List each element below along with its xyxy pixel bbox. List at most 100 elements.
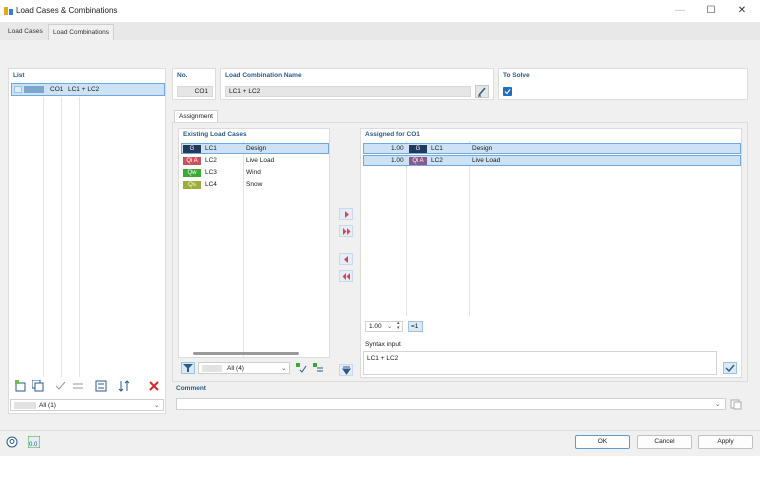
list-filter-select[interactable]: All (1) ⌄ bbox=[10, 399, 164, 411]
case-id: LC2 bbox=[205, 157, 217, 164]
case-id: LC2 bbox=[431, 157, 443, 164]
double-arrow-right-icon bbox=[342, 227, 350, 235]
factor-value: 1.00 bbox=[391, 145, 404, 152]
case-id: LC1 bbox=[205, 145, 217, 152]
arrow-right-icon bbox=[344, 210, 349, 218]
filter-swatch bbox=[202, 365, 222, 372]
comment-section: Comment ⌄ bbox=[172, 384, 748, 416]
syntax-input[interactable]: LC1 + LC2 bbox=[363, 351, 717, 375]
search-help-icon[interactable] bbox=[6, 436, 18, 448]
edit-name-button[interactable] bbox=[475, 85, 489, 98]
apply-syntax-button[interactable] bbox=[723, 362, 737, 374]
app-icon bbox=[4, 7, 13, 15]
case-id: LC3 bbox=[205, 169, 217, 176]
load-case-badge: G bbox=[183, 144, 201, 153]
chevron-down-icon: ⌄ bbox=[281, 365, 287, 372]
arrow-left-icon bbox=[343, 255, 348, 263]
tab-load-combinations[interactable]: Load Combinations bbox=[48, 24, 115, 40]
set-factor-one-button[interactable]: =1 bbox=[408, 321, 423, 332]
existing-filter-select[interactable]: All (4) ⌄ bbox=[198, 362, 290, 374]
column-divider bbox=[61, 97, 62, 377]
renumber-icon[interactable] bbox=[95, 380, 107, 392]
name-field[interactable]: LC1 + LC2 bbox=[225, 86, 471, 97]
units-icon[interactable]: 0.0 bbox=[27, 435, 41, 449]
check-icon bbox=[504, 89, 511, 95]
to-solve-label: To Solve bbox=[503, 72, 530, 79]
name-panel: Load Combination Name LC1 + LC2 bbox=[220, 68, 494, 100]
case-name: Design bbox=[472, 145, 493, 152]
assign-all-button[interactable] bbox=[339, 225, 353, 237]
load-case-badge: Qs bbox=[183, 180, 201, 189]
deselect-all-icon[interactable] bbox=[312, 362, 324, 374]
chevron-down-icon: ⌄ bbox=[154, 402, 160, 409]
no-field[interactable]: CO1 bbox=[177, 86, 213, 97]
load-case-badge: Qw bbox=[183, 168, 201, 177]
filter-icon bbox=[183, 364, 193, 372]
color-swatch bbox=[14, 86, 22, 93]
to-solve-panel: To Solve bbox=[498, 68, 748, 100]
assigned-panel: Assigned for CO1 1.00 G LC1 Design 1.00 … bbox=[360, 128, 742, 378]
factor-stepper[interactable]: 1.00 ⌄ ▴ ▾ bbox=[365, 321, 403, 332]
type-swatch bbox=[24, 86, 44, 93]
copy-item-icon[interactable] bbox=[31, 379, 44, 392]
case-name: Design bbox=[246, 145, 267, 152]
chevron-down-icon: ⌄ bbox=[715, 401, 721, 408]
filter-button[interactable] bbox=[181, 362, 195, 374]
arrow-down-bar-icon bbox=[341, 366, 351, 375]
select-all-icon[interactable] bbox=[295, 362, 307, 374]
list-item[interactable]: CO1 LC1 + LC2 bbox=[11, 83, 165, 96]
assign-selected-button[interactable] bbox=[339, 208, 353, 220]
load-case-badge: Qi A bbox=[183, 156, 201, 165]
minimize-button[interactable]: — bbox=[673, 4, 687, 18]
apply-button[interactable]: Apply bbox=[698, 435, 753, 449]
close-button[interactable]: ✕ bbox=[735, 4, 749, 18]
name-label: Load Combination Name bbox=[225, 72, 302, 79]
horizontal-scrollbar[interactable] bbox=[193, 352, 299, 355]
check-all-icon[interactable] bbox=[55, 380, 67, 392]
move-down-button[interactable] bbox=[339, 364, 353, 376]
check-icon bbox=[725, 364, 735, 373]
tab-assignment[interactable]: Assignment bbox=[174, 110, 218, 122]
remove-all-button[interactable] bbox=[339, 270, 353, 282]
comment-input[interactable]: ⌄ bbox=[176, 398, 726, 410]
load-case-badge: Qi A bbox=[409, 156, 427, 165]
equals-one-label: =1 bbox=[411, 323, 419, 330]
title-bar: Load Cases & Combinations — ☐ ✕ bbox=[0, 0, 760, 22]
sort-icon[interactable] bbox=[118, 380, 130, 392]
case-id: LC4 bbox=[205, 181, 217, 188]
list-header: List bbox=[13, 72, 25, 79]
comment-label: Comment bbox=[176, 385, 206, 392]
tab-bar: Load Cases Load Combinations bbox=[0, 22, 760, 40]
assigned-header: Assigned for CO1 bbox=[365, 131, 420, 138]
no-value: CO1 bbox=[194, 88, 208, 95]
name-value: LC1 + LC2 bbox=[229, 88, 261, 95]
window-title: Load Cases & Combinations bbox=[16, 6, 118, 15]
no-panel: No. CO1 bbox=[172, 68, 216, 100]
delete-icon[interactable] bbox=[148, 380, 160, 392]
factor-input-value: 1.00 bbox=[369, 323, 382, 330]
tab-load-cases[interactable]: Load Cases bbox=[4, 24, 47, 40]
list-filter-value: All (1) bbox=[39, 402, 56, 409]
column-divider bbox=[43, 97, 44, 377]
column-divider bbox=[469, 141, 470, 316]
filter-swatch bbox=[14, 402, 36, 409]
list-panel: List CO1 LC1 + LC2 bbox=[8, 68, 166, 414]
uncheck-all-icon[interactable] bbox=[72, 380, 84, 392]
ok-button[interactable]: OK bbox=[575, 435, 630, 449]
syntax-value: LC1 + LC2 bbox=[367, 355, 399, 362]
column-divider bbox=[79, 97, 80, 377]
maximize-button[interactable]: ☐ bbox=[704, 4, 718, 18]
comment-edit-icon[interactable] bbox=[730, 398, 742, 410]
double-arrow-left-icon bbox=[342, 272, 350, 280]
case-id: LC1 bbox=[431, 145, 443, 152]
svg-text:0.0: 0.0 bbox=[29, 442, 38, 448]
cancel-button[interactable]: Cancel bbox=[637, 435, 692, 449]
tab-assignment-label: Assignment bbox=[179, 113, 213, 120]
new-item-icon[interactable] bbox=[15, 380, 27, 392]
remove-selected-button[interactable] bbox=[339, 253, 353, 265]
case-name: Live Load bbox=[472, 157, 501, 164]
to-solve-checkbox[interactable] bbox=[503, 87, 512, 96]
factor-value: 1.00 bbox=[391, 157, 404, 164]
bottom-bar: 0.0 OK Cancel Apply bbox=[0, 430, 760, 456]
case-name: Wind bbox=[246, 169, 261, 176]
